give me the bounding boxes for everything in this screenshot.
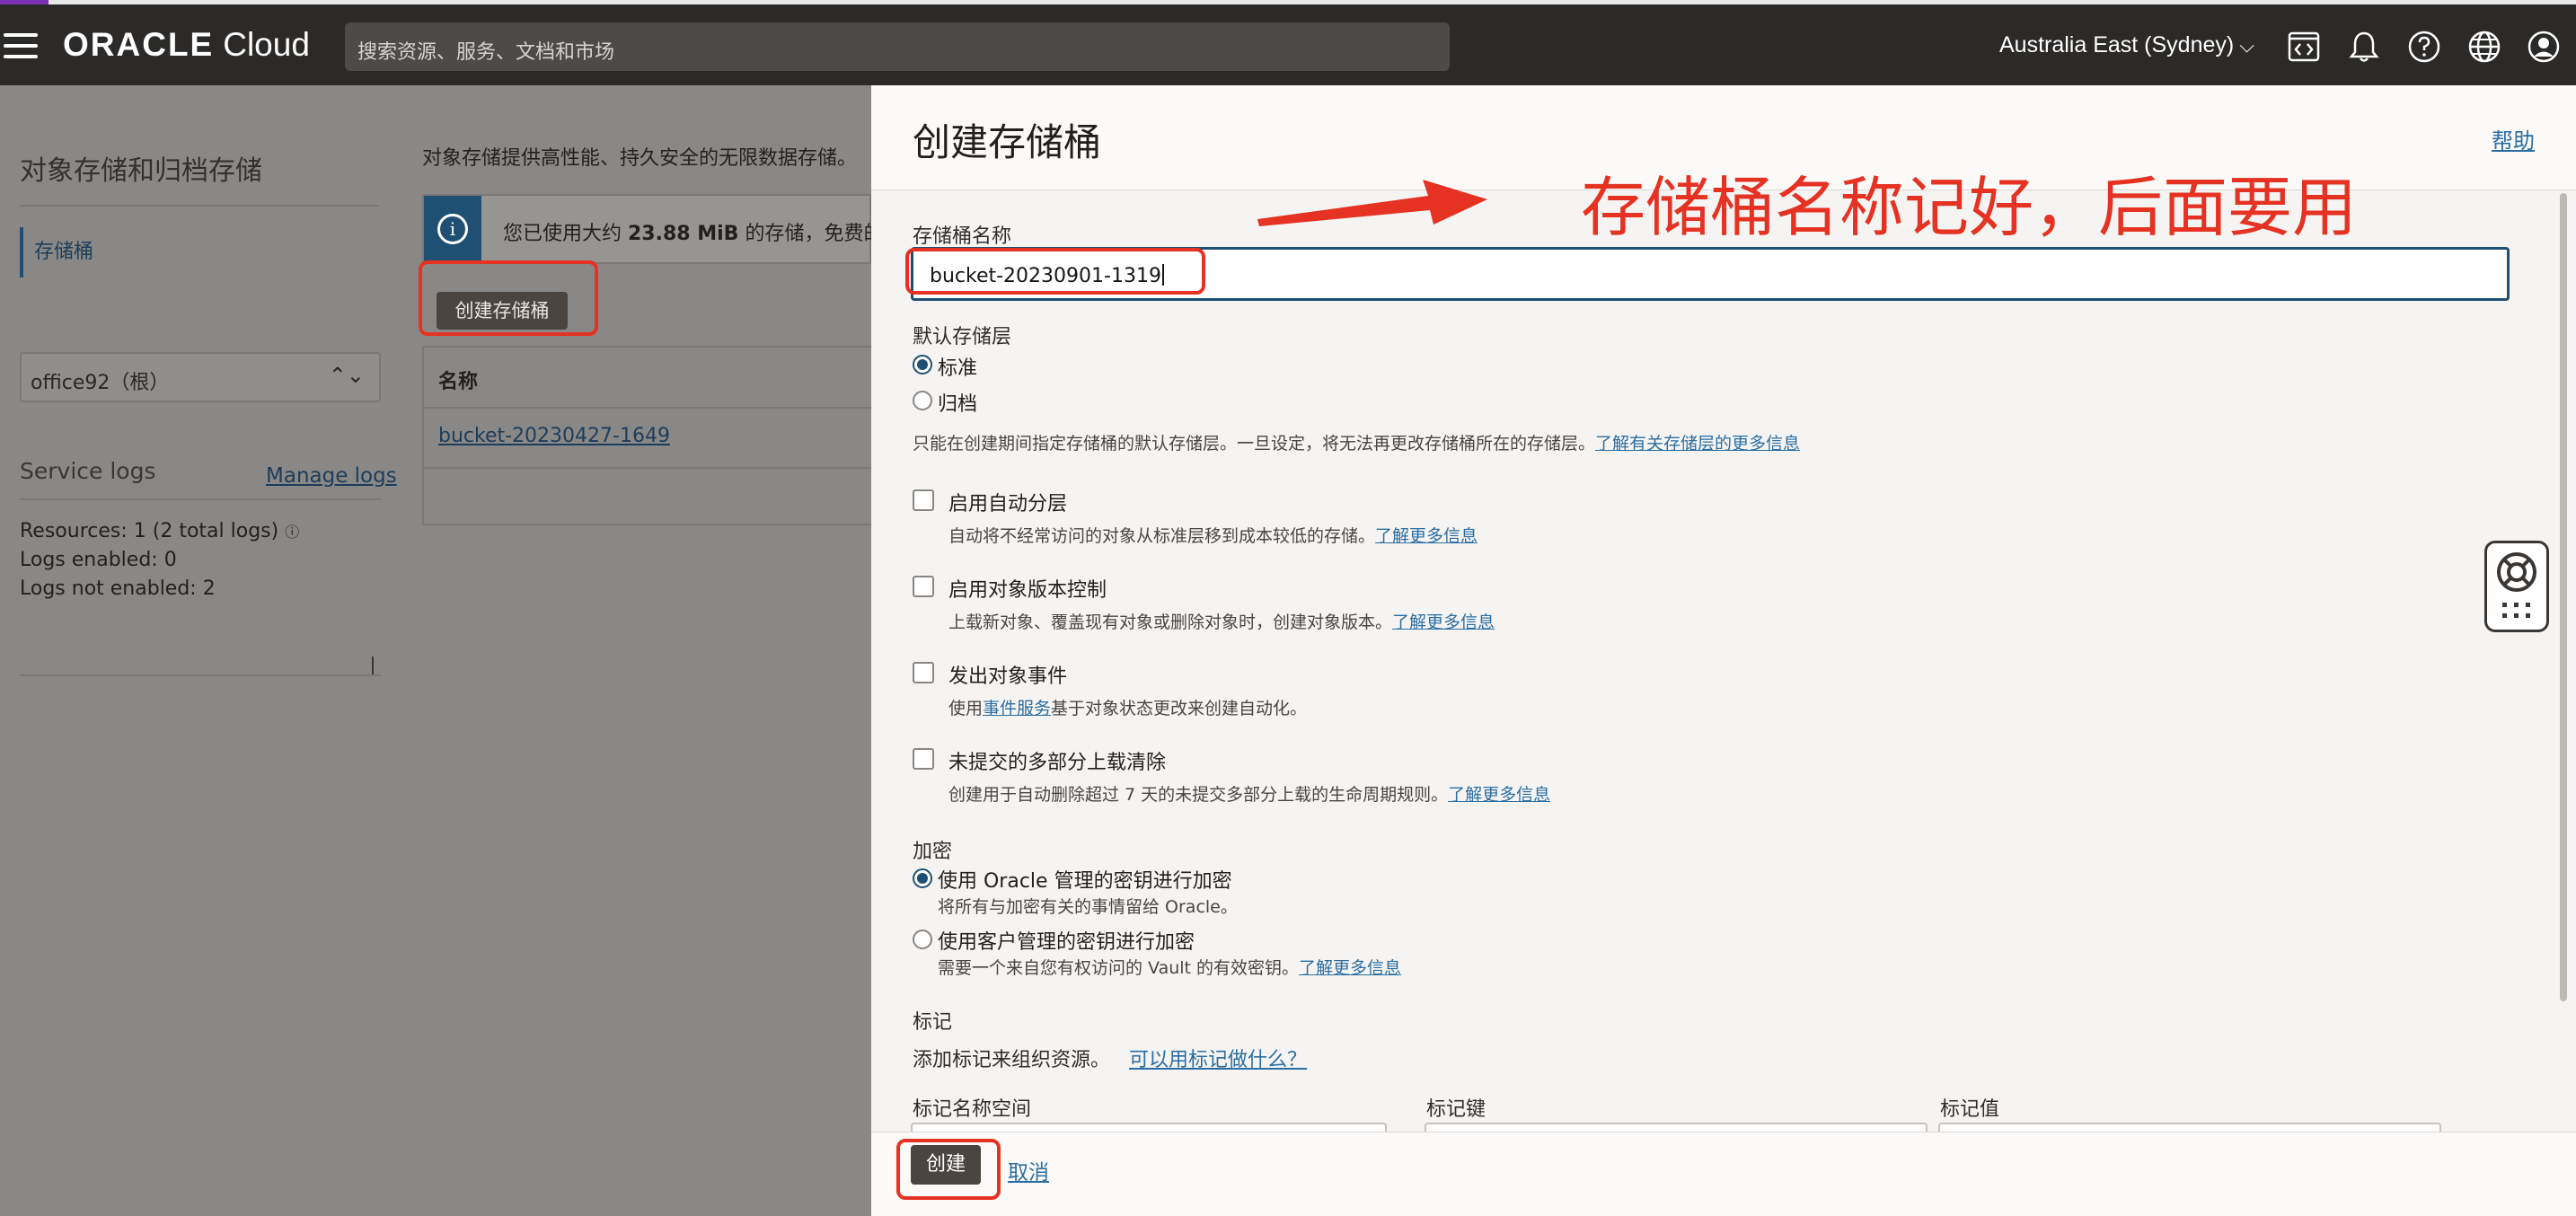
tag-value-input[interactable]	[1938, 1123, 2441, 1132]
tier-archive-label[interactable]: 归档	[938, 388, 977, 417]
tag-key-input[interactable]	[1425, 1123, 1928, 1132]
table-divider	[422, 467, 871, 469]
enc-oracle-desc: 将所有与加密有关的事情留给 Oracle。	[938, 897, 1238, 917]
learn-more-link[interactable]: 了解更多信息	[1299, 958, 1401, 978]
table-header-name[interactable]: 名称	[438, 366, 478, 394]
learn-more-link[interactable]: 了解更多信息	[1375, 526, 1478, 546]
annotation-box-create-bucket	[419, 260, 598, 336]
tier-note: 只能在创建期间指定存储桶的默认存储层。一旦设定，将无法再更改存储桶所在的存储层。…	[913, 434, 1801, 454]
lifebuoy-icon	[2497, 552, 2536, 618]
divider	[20, 498, 381, 500]
emit-events-checkbox[interactable]	[913, 662, 934, 683]
annotation-arrow	[1257, 180, 1487, 226]
tier-standard-radio[interactable]	[913, 355, 932, 374]
tag-value-label: 标记值	[1940, 1098, 2000, 1121]
top-header: ORACLE Cloud 搜索资源、服务、文档和市场 Australia East…	[0, 4, 2576, 85]
emit-events-desc: 使用事件服务基于对象状态更改来创建自动化。	[948, 699, 1308, 718]
compartment-value: office92（根）	[31, 372, 170, 394]
enc-oracle-label[interactable]: 使用 Oracle 管理的密钥进行加密	[938, 865, 1232, 894]
panel-footer	[871, 1132, 2576, 1216]
info-banner: i 您已使用大约 23.88 MiB 的存储，免费的	[422, 194, 883, 264]
chevron-down-icon: ⌵	[2239, 34, 2254, 57]
help-widget[interactable]	[2484, 541, 2549, 632]
tier-archive-radio[interactable]	[913, 391, 932, 410]
sidebar-item-buckets[interactable]: 存储桶	[20, 227, 93, 278]
manage-logs-link[interactable]: Manage logs	[266, 464, 397, 488]
search-placeholder: 搜索资源、服务、文档和市场	[357, 41, 615, 64]
storage-tier-label: 默认存储层	[913, 326, 1012, 348]
code-editor-icon[interactable]	[2286, 29, 2322, 65]
table-divider	[422, 407, 871, 409]
multipart-cleanup-label[interactable]: 未提交的多部分上载清除	[948, 746, 1166, 775]
tags-desc: 添加标记来组织资源。 可以用标记做什么？	[913, 1049, 1308, 1071]
auto-tiering-desc: 自动将不经常访问的对象从标准层移到成本较低的存储。了解更多信息	[948, 526, 1478, 546]
help-icon[interactable]	[2406, 29, 2442, 65]
bucket-name-label: 存储桶名称	[913, 225, 1012, 248]
enc-customer-desc: 需要一个来自您有权访问的 Vault 的有效密钥。了解更多信息	[938, 958, 1402, 978]
versioning-desc: 上载新对象、覆盖现有对象或删除对象时，创建对象版本。了解更多信息	[948, 612, 1495, 632]
background-page: 对象存储和归档存储 存储桶 office92（根） ⌃⌄ Service log…	[0, 85, 883, 1216]
bell-icon[interactable]	[2346, 29, 2382, 65]
help-link[interactable]: 帮助	[2492, 123, 2535, 154]
panel-title: 创建存储桶	[913, 120, 1102, 164]
logs-enabled-stat: Logs enabled: 0	[20, 549, 177, 571]
tier-standard-label[interactable]: 标准	[938, 352, 977, 381]
auto-tiering-checkbox[interactable]	[913, 489, 934, 511]
info-small-icon[interactable]: ⓘ	[285, 524, 299, 541]
oracle-cloud-logo[interactable]: ORACLE Cloud	[63, 26, 310, 64]
learn-more-link[interactable]: 了解更多信息	[1392, 612, 1495, 632]
divider	[20, 674, 381, 676]
intro-text: 对象存储提供高性能、持久安全的无限数据存储。	[422, 147, 858, 170]
auto-tiering-label[interactable]: 启用自动分层	[948, 488, 1067, 516]
info-banner-text: 您已使用大约 23.88 MiB 的存储，免费的	[503, 223, 884, 245]
enc-customer-label[interactable]: 使用客户管理的密钥进行加密	[938, 926, 1195, 955]
annotation-box-create-button	[896, 1139, 1001, 1200]
bucket-link[interactable]: bucket-20230427-1649	[438, 425, 670, 447]
learn-more-link[interactable]: 了解更多信息	[1448, 785, 1550, 805]
cancel-button[interactable]: 取消	[1008, 1155, 1049, 1185]
resize-handle[interactable]	[372, 656, 374, 674]
versioning-checkbox[interactable]	[913, 576, 934, 597]
globe-icon[interactable]	[2466, 29, 2502, 65]
multipart-cleanup-desc: 创建用于自动删除超过 7 天的未提交多部分上载的生命周期规则。了解更多信息	[948, 785, 1551, 805]
compartment-select[interactable]: office92（根） ⌃⌄	[20, 352, 381, 402]
panel-scrollbar[interactable]	[2560, 193, 2567, 1001]
tag-key-label: 标记键	[1426, 1098, 1486, 1121]
encryption-label: 加密	[913, 841, 953, 863]
service-logs-title: Service logs	[20, 458, 156, 484]
tags-label: 标记	[913, 1011, 953, 1034]
divider	[20, 205, 379, 207]
tier-learn-more-link[interactable]: 了解有关存储层的更多信息	[1595, 434, 1800, 454]
enc-customer-radio[interactable]	[913, 930, 932, 949]
user-avatar-icon[interactable]	[2526, 29, 2562, 65]
multipart-cleanup-checkbox[interactable]	[913, 748, 934, 770]
region-selector[interactable]: Australia East (Sydney) ⌵	[1999, 32, 2254, 58]
logs-not-enabled-stat: Logs not enabled: 2	[20, 577, 216, 600]
versioning-label[interactable]: 启用对象版本控制	[948, 574, 1107, 603]
tag-namespace-label: 标记名称空间	[913, 1098, 1032, 1121]
updown-chevron-icon: ⌃⌄	[328, 363, 365, 388]
info-icon: i	[437, 214, 468, 244]
search-input[interactable]: 搜索资源、服务、文档和市场	[345, 22, 1450, 71]
emit-events-label[interactable]: 发出对象事件	[948, 660, 1067, 689]
annotation-box-bucket-name	[905, 248, 1205, 295]
menu-icon[interactable]	[4, 33, 38, 58]
sidebar-title: 对象存储和归档存储	[20, 155, 262, 187]
tag-namespace-select[interactable]	[911, 1123, 1387, 1132]
events-service-link[interactable]: 事件服务	[983, 699, 1051, 718]
annotation-text: 存储桶名称记好，后面要用	[1581, 170, 2358, 245]
resources-stat: Resources: 1 (2 total logs) ⓘ	[20, 520, 300, 542]
enc-oracle-radio[interactable]	[913, 868, 932, 888]
tags-link[interactable]: 可以用标记做什么？	[1129, 1049, 1307, 1071]
